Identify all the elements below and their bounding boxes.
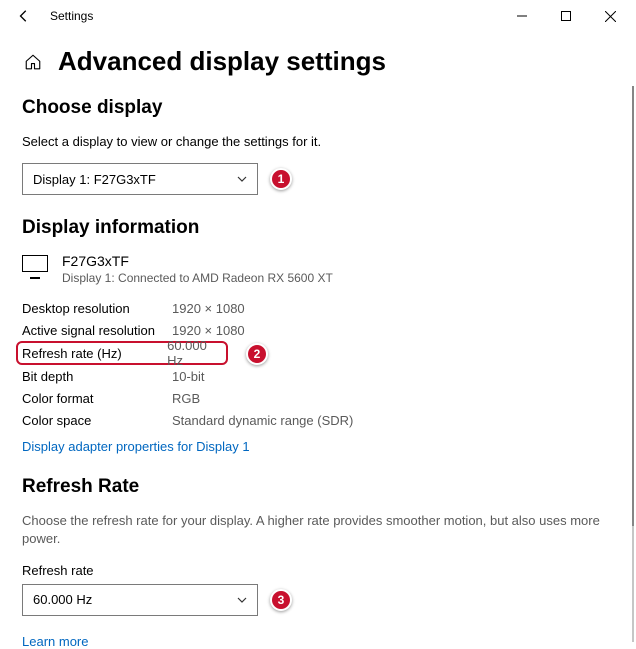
display-select-value: Display 1: F27G3xTF bbox=[33, 172, 156, 187]
info-row-active-signal-resolution: Active signal resolution 1920 × 1080 bbox=[22, 319, 614, 341]
value: 1920 × 1080 bbox=[172, 301, 245, 316]
annotation-badge-3: 3 bbox=[270, 589, 292, 611]
chevron-down-icon bbox=[237, 594, 247, 606]
choose-display-description: Select a display to view or change the s… bbox=[22, 133, 614, 151]
info-row-color-format: Color format RGB bbox=[22, 387, 614, 409]
display-name: F27G3xTF bbox=[62, 253, 333, 269]
page-header: Advanced display settings bbox=[0, 32, 636, 85]
refresh-rate-description: Choose the refresh rate for your display… bbox=[22, 512, 614, 548]
back-button[interactable] bbox=[4, 9, 44, 23]
display-select[interactable]: Display 1: F27G3xTF bbox=[22, 163, 258, 195]
monitor-icon bbox=[22, 255, 48, 277]
display-information-heading: Display information bbox=[22, 217, 614, 239]
value: RGB bbox=[172, 391, 200, 406]
value: 10-bit bbox=[172, 369, 205, 384]
home-icon[interactable] bbox=[22, 53, 44, 71]
label: Bit depth bbox=[22, 369, 172, 384]
refresh-rate-select-value: 60.000 Hz bbox=[33, 592, 92, 607]
value: 1920 × 1080 bbox=[172, 323, 245, 338]
value: 60.000 Hz bbox=[167, 338, 226, 368]
info-row-color-space: Color space Standard dynamic range (SDR) bbox=[22, 409, 614, 431]
annotation-badge-2: 2 bbox=[246, 343, 268, 365]
info-row-refresh-rate: Refresh rate (Hz) 60.000 Hz 2 bbox=[16, 341, 228, 365]
scrollbar-thumb[interactable] bbox=[632, 86, 634, 526]
display-connection: Display 1: Connected to AMD Radeon RX 56… bbox=[62, 271, 333, 285]
info-row-desktop-resolution: Desktop resolution 1920 × 1080 bbox=[22, 297, 614, 319]
value: Standard dynamic range (SDR) bbox=[172, 413, 353, 428]
refresh-rate-field-label: Refresh rate bbox=[22, 563, 614, 578]
label: Refresh rate (Hz) bbox=[22, 346, 167, 361]
label: Desktop resolution bbox=[22, 301, 172, 316]
choose-display-heading: Choose display bbox=[22, 97, 614, 119]
refresh-rate-select[interactable]: 60.000 Hz bbox=[22, 584, 258, 616]
page-title: Advanced display settings bbox=[58, 46, 386, 77]
close-button[interactable] bbox=[588, 1, 632, 31]
titlebar: Settings bbox=[0, 0, 636, 32]
label: Color space bbox=[22, 413, 172, 428]
label: Color format bbox=[22, 391, 172, 406]
maximize-button[interactable] bbox=[544, 1, 588, 31]
minimize-button[interactable] bbox=[500, 1, 544, 31]
window-title: Settings bbox=[50, 9, 93, 23]
learn-more-link[interactable]: Learn more bbox=[22, 634, 88, 649]
info-row-bit-depth: Bit depth 10-bit bbox=[22, 365, 614, 387]
refresh-rate-heading: Refresh Rate bbox=[22, 476, 614, 498]
scrollbar[interactable] bbox=[632, 86, 634, 642]
label: Active signal resolution bbox=[22, 323, 172, 338]
annotation-badge-1: 1 bbox=[270, 168, 292, 190]
adapter-properties-link[interactable]: Display adapter properties for Display 1 bbox=[22, 439, 250, 454]
chevron-down-icon bbox=[237, 173, 247, 185]
